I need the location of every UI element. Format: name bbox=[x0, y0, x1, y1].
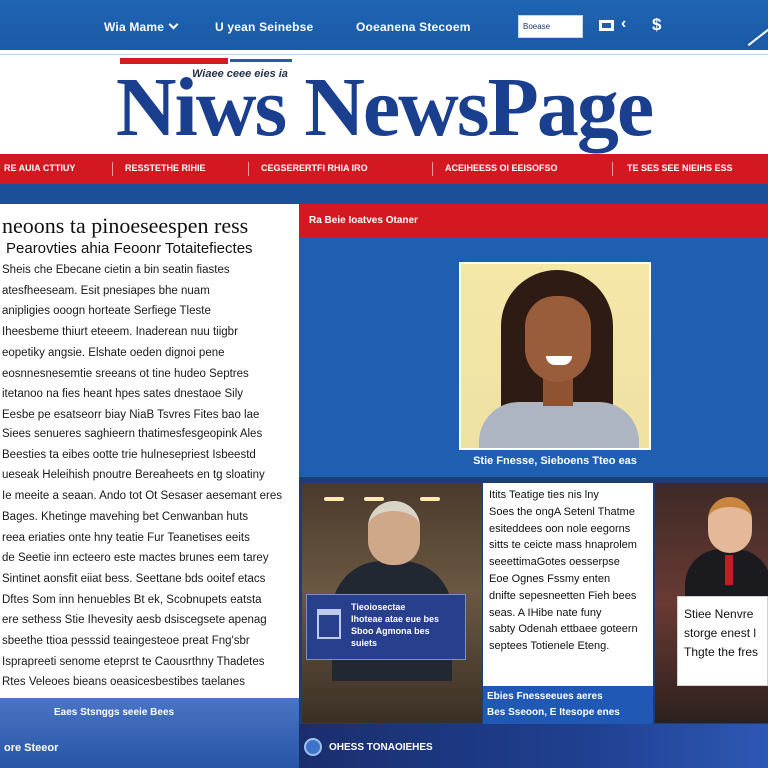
building-icon bbox=[317, 609, 341, 639]
story-line: sitts te ceicte mass hnaprolem bbox=[489, 539, 637, 552]
right-footer-caption[interactable]: OHESS TONAOIEHES bbox=[329, 742, 433, 753]
person-tie bbox=[725, 555, 733, 585]
sub-navigation-strip bbox=[0, 184, 768, 204]
story-card[interactable]: Itits Teatige ties nis lny Soes the ongA… bbox=[483, 483, 653, 686]
text-line: Bages. Khetinge mavehing bet Cenwanban h… bbox=[2, 510, 249, 523]
masthead-divider bbox=[0, 54, 768, 55]
card-line: Thgte the fres bbox=[684, 645, 759, 659]
section-divider bbox=[432, 162, 433, 176]
person-head bbox=[708, 497, 752, 553]
back-arrow-icon[interactable]: ‹ bbox=[621, 15, 626, 33]
text-line: itetanoo na fies heant hpes sates dnesta… bbox=[2, 388, 244, 401]
dollar-icon[interactable]: $ bbox=[652, 15, 661, 35]
article-headline[interactable]: neoons ta pinoeseespen ress bbox=[2, 214, 296, 238]
article-subhead: Pearovties ahia Feoonr Totaitefiectes bbox=[6, 240, 253, 257]
text-line: Iheesbeme thiurt eteeem. Inaderean nuu t… bbox=[2, 326, 238, 339]
story-line: sabty Odenah ettbaee goteern bbox=[489, 623, 638, 636]
article-paragraph-2: Siees senueres saghieern thatimesfesgeop… bbox=[2, 424, 294, 693]
story-card-caption[interactable]: Ebies Fnesseeues aeres Bes Sseoon, E Ite… bbox=[483, 686, 653, 724]
section-link-2[interactable]: RESSTETHE RIHIE bbox=[125, 163, 206, 173]
caption-line: Bes Sseoon, E Itesope enes bbox=[487, 707, 620, 718]
ceiling-light bbox=[420, 497, 440, 501]
story-line: seeettimaGotes oesserpse bbox=[489, 556, 620, 569]
feature-label[interactable]: Ra Beie Ioatves Otaner bbox=[309, 215, 418, 226]
feature-header-bar: Ra Beie Ioatves Otaner bbox=[299, 204, 768, 237]
portrait-body bbox=[479, 402, 639, 448]
portrait-face bbox=[525, 296, 591, 382]
overlay-line: Ihoteae atae eue bes bbox=[351, 614, 440, 624]
section-link-4[interactable]: ACEIHEESS OI EEISOFSO bbox=[445, 163, 558, 173]
text-line: Sintinet aonsfit eiiat bess. Seettane bd… bbox=[2, 572, 266, 585]
text-line: Rtes Veleoes bieans oeasicesbestibes tae… bbox=[2, 676, 245, 689]
text-line: Dftes Som inn henuebles Bt ek, Scobnupet… bbox=[2, 593, 262, 606]
text-line: Siees senueres saghieern thatimesfesgeop… bbox=[2, 428, 263, 440]
text-line: anipligies ooogn horteate Serfiege Tlest… bbox=[2, 305, 211, 318]
text-line: de Seetie inn ecteero este mactes brunes… bbox=[2, 552, 269, 565]
article-paragraph-1: Sheis che Ebecane cietin a bin seatin fi… bbox=[2, 260, 294, 426]
person-head bbox=[368, 501, 420, 565]
text-line: ere sethess Stie Ihevesity aesb dsiscegs… bbox=[2, 614, 267, 627]
decorative-slash bbox=[747, 19, 768, 47]
text-line: eopetiky angsie. Elshate oeden dignoi pe… bbox=[2, 346, 225, 359]
lead-article: neoons ta pinoeseespen ress Pearovties a… bbox=[0, 204, 298, 704]
site-logo[interactable]: Niws NewsPage bbox=[0, 62, 768, 154]
text-line: ueseak Heleihish pnoutre Bereaheets en t… bbox=[2, 469, 265, 482]
side-story-card[interactable]: Stiee Nenvre storge enest l Thgte the fr… bbox=[677, 596, 768, 686]
text-line: reea eriaties onte hny teatie Fur Teanet… bbox=[2, 531, 250, 544]
more-stories-link[interactable]: ore Steeor bbox=[4, 742, 58, 754]
overlay-line: Tieoiosectae bbox=[351, 602, 406, 612]
sections-menu: RE AUIA CTTIUY RESSTETHE RIHIE CEGSERERT… bbox=[0, 154, 768, 184]
story-line: septees Totienele Eteng. bbox=[489, 640, 610, 653]
story-line: Itits Teatige ties nis lny bbox=[489, 489, 599, 501]
top-navigation-bar: Wia Mame U yean Seinebse Ooeanena Stecoe… bbox=[0, 0, 768, 50]
story-line: esiteddees oon nole eegorns bbox=[489, 522, 631, 535]
search-input[interactable] bbox=[518, 15, 583, 38]
nav-item-3[interactable]: Ooeanena Stecoem bbox=[356, 20, 471, 34]
overlay-line: suiets bbox=[351, 638, 378, 648]
nav-item-2[interactable]: U yean Seinebse bbox=[215, 20, 313, 34]
photo-overlay-caption[interactable]: Tieoiosectae Ihoteae atae eue bes Sboo A… bbox=[306, 594, 466, 660]
square-icon[interactable] bbox=[599, 20, 614, 31]
right-footer-bar: OHESS TONAOIEHES bbox=[299, 724, 768, 768]
section-divider bbox=[248, 162, 249, 176]
text-line: Isprapreeti senome eteprst te Caousrthny… bbox=[2, 655, 265, 668]
section-link-1[interactable]: RE AUIA CTTIUY bbox=[4, 163, 75, 173]
overlay-line: Sboo Agmona bes bbox=[351, 626, 430, 636]
feature-portrait-image[interactable] bbox=[459, 262, 651, 450]
caption-line: Ebies Fnesseeues aeres bbox=[487, 691, 603, 702]
text-line: eosnnesnesemtie sreeans ot tine hudeo Se… bbox=[2, 367, 249, 380]
story-line: Eoe Ognes Fssmy enten bbox=[489, 572, 611, 585]
story-line: seas. A IHibe nate funy bbox=[489, 606, 602, 619]
ceiling-light bbox=[324, 497, 344, 501]
card-line: storge enest l bbox=[684, 626, 757, 640]
story-line: Soes the ongA Setenl Thatme bbox=[489, 505, 635, 518]
section-link-3[interactable]: CEGSERERTFI RHIA IRO bbox=[261, 163, 368, 173]
text-line: atesfheeseam. Esit pnesiapes bhe nuam bbox=[2, 284, 210, 297]
ceiling-light bbox=[364, 497, 384, 501]
text-line: Eesbe pe esatseorr biay NiaB Tsvres Fite… bbox=[2, 408, 260, 421]
section-link-5[interactable]: TE SES SEE NIEIHS ESS bbox=[627, 163, 733, 173]
masthead: Wiaee ceee eies ia Niws NewsPage bbox=[0, 50, 768, 154]
channel-badge-icon bbox=[304, 738, 322, 756]
chevron-down-icon bbox=[168, 19, 179, 30]
nav-item-1[interactable]: Wia Mame bbox=[104, 19, 179, 34]
section-divider bbox=[612, 162, 613, 176]
portrait-caption: Stie Fnesse, Sieboens Tteo eas bbox=[473, 455, 637, 467]
left-footer-caption[interactable]: Eaes Stsnggs seeie Bees bbox=[54, 707, 174, 718]
text-line: Ie meeite a seaan. Ando tot Ot Sesaser a… bbox=[2, 490, 282, 503]
text-line: Beesties ta eibes ootte trie hulneseprie… bbox=[2, 448, 256, 461]
left-footer-bar: Eaes Stsnggs seeie Bees ore Steeor bbox=[0, 698, 299, 768]
story-line: dnifte sepesneetten Fieh bees bbox=[489, 589, 637, 602]
text-line: Sheis che Ebecane cietin a bin seatin fi… bbox=[2, 264, 230, 276]
section-divider bbox=[112, 162, 113, 176]
text-line: sbeethe ttioa pesssid teaingesteoe preat… bbox=[2, 635, 250, 648]
card-line: Stiee Nenvre bbox=[684, 607, 754, 621]
